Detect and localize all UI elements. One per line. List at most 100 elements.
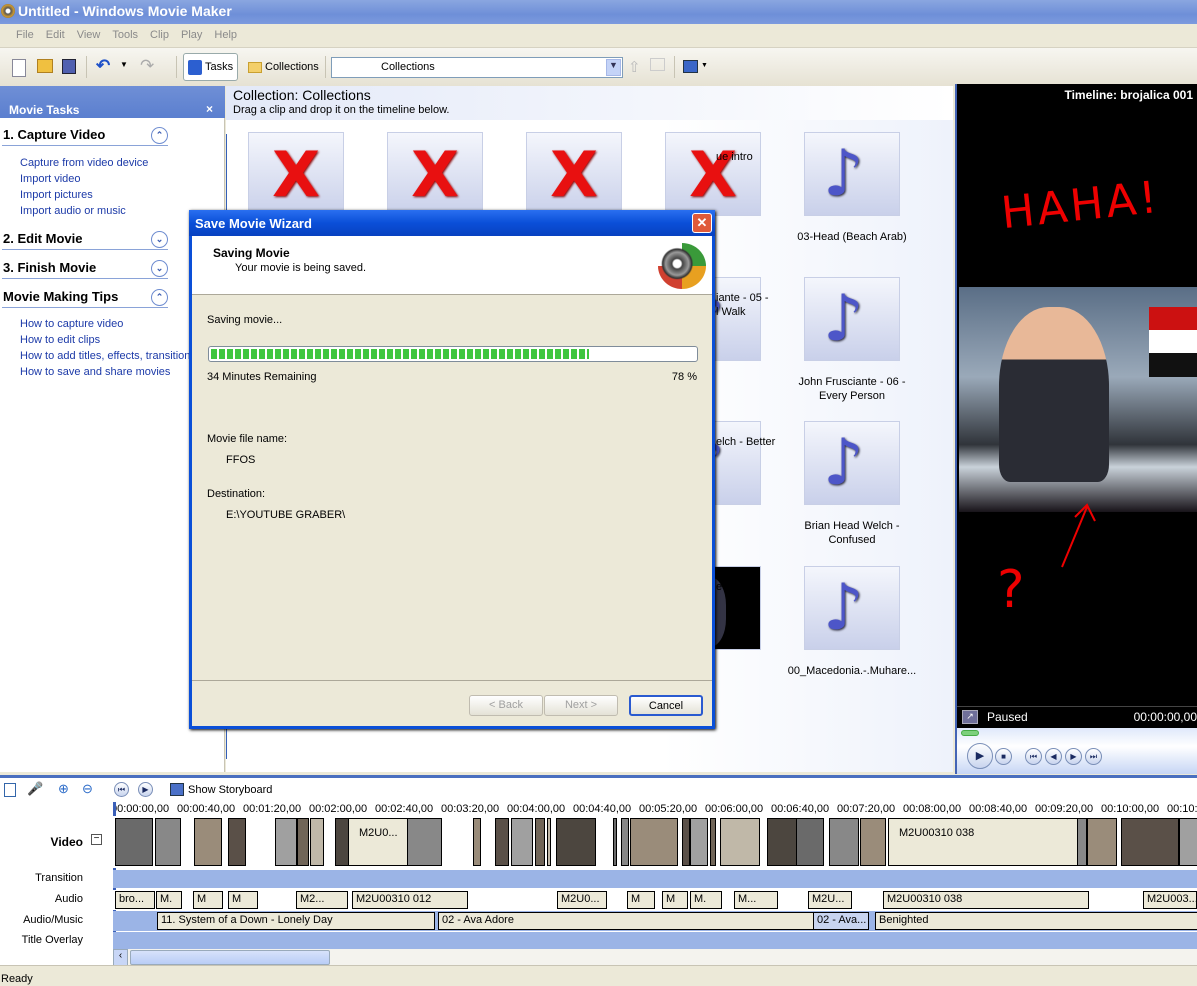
video-clip[interactable] [473, 818, 481, 866]
audio-clip[interactable]: M2U... [808, 891, 852, 909]
track-audio[interactable]: bro... M. M M M2... M2U00310 012 M2U0... M M M. M.… [113, 890, 1197, 910]
open-project-icon[interactable] [37, 59, 53, 73]
video-clip[interactable] [115, 818, 153, 866]
video-clip[interactable] [194, 818, 222, 866]
tasks-button[interactable]: Tasks [183, 53, 239, 81]
menu-help[interactable]: Help [208, 24, 243, 46]
video-clip[interactable] [1179, 818, 1197, 866]
track-transition[interactable] [113, 870, 1197, 888]
task-link[interactable]: How to save and share movies [20, 366, 170, 378]
save-project-icon[interactable] [62, 59, 76, 74]
collections-button[interactable]: Collections [243, 53, 324, 81]
chevron-up-icon[interactable]: ⌃ [151, 289, 168, 306]
collection-item[interactable]: X [370, 132, 500, 216]
audio-clip[interactable]: M2... [296, 891, 348, 909]
audio-clip[interactable]: M [662, 891, 688, 909]
track-video[interactable]: M2U0... M2U00310 038 [113, 816, 1197, 868]
seek-slider[interactable] [961, 730, 979, 736]
collection-item[interactable]: X [231, 132, 361, 216]
video-clip[interactable] [155, 818, 181, 866]
timeline-scrollbar[interactable]: ‹ [113, 949, 1197, 966]
video-clip[interactable] [228, 818, 246, 866]
menu-play[interactable]: Play [175, 24, 208, 46]
collection-item[interactable]: ♪ Brian Head Welch - Confused [787, 421, 917, 547]
fullscreen-icon[interactable]: ↗ [962, 710, 978, 724]
video-clip[interactable] [495, 818, 509, 866]
zoom-out-icon[interactable]: ⊖ [82, 781, 93, 797]
audio-clip[interactable]: M [193, 891, 223, 909]
menu-clip[interactable]: Clip [144, 24, 175, 46]
task-section-3[interactable]: 3. Finish Movie ⌄ [2, 259, 168, 279]
video-clip[interactable] [511, 818, 533, 866]
task-section-4[interactable]: Movie Making Tips ⌃ [2, 288, 168, 308]
music-clip[interactable]: 02 - Ava Adore [438, 912, 868, 930]
video-clip[interactable] [682, 818, 690, 866]
video-clip[interactable] [1087, 818, 1117, 866]
collection-item[interactable]: ♪ John Frusciante - 06 - Every Person [787, 277, 917, 403]
video-clip[interactable] [275, 818, 297, 866]
audio-clip[interactable]: M2U0... [557, 891, 607, 909]
video-clip[interactable] [630, 818, 678, 866]
next-frame-button[interactable]: ⏭ [1085, 748, 1102, 765]
video-clip[interactable]: M2U00310 038 [888, 818, 1078, 866]
task-link[interactable]: Import audio or music [20, 205, 126, 217]
collection-item[interactable]: ♪ 03-Head (Beach Arab) [787, 132, 917, 244]
scroll-thumb[interactable] [130, 950, 330, 965]
step-back-button[interactable]: ◀ [1045, 748, 1062, 765]
video-clip[interactable] [556, 818, 596, 866]
undo-icon[interactable]: ↶ [96, 56, 110, 78]
audio-clip[interactable]: M2U00310 038 [883, 891, 1089, 909]
set-audio-levels-icon[interactable] [4, 783, 16, 797]
up-level-icon[interactable]: ⇧ [628, 58, 641, 80]
video-clip[interactable] [690, 818, 708, 866]
collection-select[interactable]: Collections ▼ [331, 57, 623, 78]
new-folder-icon[interactable] [650, 58, 665, 71]
video-clip[interactable] [621, 818, 629, 866]
video-clip[interactable] [720, 818, 760, 866]
collection-item[interactable]: X [509, 132, 639, 216]
next-button[interactable]: Next > [544, 695, 618, 716]
task-section-2[interactable]: 2. Edit Movie ⌄ [2, 230, 168, 250]
task-link[interactable]: Import pictures [20, 189, 93, 201]
chevron-up-icon[interactable]: ⌃ [151, 127, 168, 144]
views-icon[interactable] [683, 60, 698, 73]
video-clip[interactable] [829, 818, 859, 866]
undo-dropdown-icon[interactable]: ▼ [120, 60, 128, 82]
narrate-icon[interactable]: 🎤 [27, 781, 43, 797]
audio-clip[interactable]: M. [690, 891, 722, 909]
video-clip[interactable] [767, 818, 797, 866]
play-timeline-icon[interactable]: ▶ [138, 782, 153, 797]
video-clip[interactable] [547, 818, 551, 866]
video-clip[interactable] [860, 818, 886, 866]
video-clip[interactable] [297, 818, 309, 866]
collection-item[interactable]: X [648, 132, 778, 216]
task-link[interactable]: Import video [20, 173, 81, 185]
rewind-timeline-icon[interactable]: ⏮ [114, 782, 129, 797]
video-clip[interactable] [535, 818, 545, 866]
chevron-down-icon[interactable]: ⌄ [151, 260, 168, 277]
task-link[interactable]: Capture from video device [20, 157, 148, 169]
audio-clip[interactable]: M... [734, 891, 778, 909]
audio-clip[interactable]: M2U00310 012 [352, 891, 468, 909]
video-clip[interactable] [310, 818, 324, 866]
music-clip[interactable]: 02 - Ava... [813, 912, 869, 930]
close-icon[interactable]: × [206, 102, 213, 116]
zoom-in-icon[interactable]: ⊕ [58, 781, 69, 797]
audio-clip[interactable]: M [228, 891, 258, 909]
music-clip[interactable]: 11. System of a Down - Lonely Day [157, 912, 435, 930]
video-clip[interactable] [710, 818, 716, 866]
close-icon[interactable]: ✕ [692, 213, 712, 233]
step-forward-button[interactable]: ▶ [1065, 748, 1082, 765]
previous-frame-button[interactable]: ⏮ [1025, 748, 1042, 765]
chevron-down-icon[interactable]: ⌄ [151, 231, 168, 248]
play-button[interactable]: ▶ [967, 743, 993, 769]
task-section-1[interactable]: 1. Capture Video ⌃ [2, 126, 168, 146]
stop-button[interactable]: ■ [995, 748, 1012, 765]
audio-clip[interactable]: bro... [115, 891, 155, 909]
task-link[interactable]: How to capture video [20, 318, 123, 330]
views-dropdown-icon[interactable]: ▼ [701, 62, 708, 84]
menu-view[interactable]: View [71, 24, 107, 46]
music-clip[interactable]: Benighted [875, 912, 1197, 930]
menu-file[interactable]: File [10, 24, 40, 46]
video-clip[interactable]: M2U0... [348, 818, 408, 866]
